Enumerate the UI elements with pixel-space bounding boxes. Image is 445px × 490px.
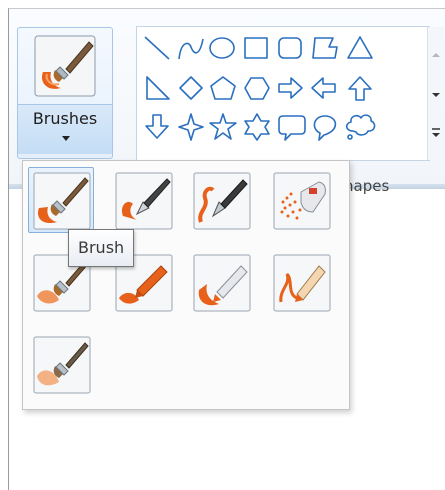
marker-icon — [193, 254, 251, 312]
airbrush-icon — [273, 172, 331, 230]
line-shape-icon[interactable] — [144, 36, 170, 60]
watercolor-brush-icon — [33, 336, 91, 394]
brush-tooltip: Brush — [68, 229, 135, 267]
diamond-shape-icon[interactable] — [179, 76, 203, 100]
pentagon-shape-icon[interactable] — [210, 76, 236, 100]
right-triangle-shape-icon[interactable] — [146, 76, 170, 100]
pencil-icon — [273, 254, 331, 312]
scroll-up-icon[interactable] — [428, 31, 444, 73]
triangle-shape-icon[interactable] — [347, 36, 373, 59]
polygon-shape-icon[interactable] — [312, 37, 338, 59]
brush-option-watercolor[interactable] — [28, 331, 94, 397]
down-arrow-shape-icon[interactable] — [145, 114, 169, 139]
rounded-rectangle-shape-icon[interactable] — [278, 37, 302, 59]
brushes-dropdown — [22, 160, 350, 410]
left-arrow-shape-icon[interactable] — [311, 77, 336, 99]
brush-icon — [33, 34, 97, 102]
hexagon-shape-icon[interactable] — [244, 77, 270, 100]
calligraphy-pen-icon — [193, 172, 251, 230]
oval-callout-shape-icon[interactable] — [313, 115, 337, 141]
chevron-down-icon — [62, 136, 70, 141]
scroll-down-icon[interactable] — [428, 73, 444, 115]
up-arrow-shape-icon[interactable] — [348, 76, 372, 101]
brush-option-airbrush[interactable] — [268, 167, 334, 233]
shapes-group-label: hapes — [344, 177, 390, 195]
shapes-gallery — [136, 26, 430, 161]
four-point-star-shape-icon[interactable] — [178, 113, 204, 141]
rounded-callout-shape-icon[interactable] — [278, 115, 306, 141]
brush-icon — [33, 172, 91, 230]
shapes-grid — [144, 36, 376, 141]
right-arrow-shape-icon[interactable] — [278, 77, 303, 99]
shapes-scroll — [427, 27, 444, 160]
six-point-star-shape-icon[interactable] — [244, 113, 270, 141]
brush-option-calligraphy-1[interactable] — [110, 167, 176, 233]
brush-option-marker[interactable] — [188, 249, 254, 315]
brushes-button[interactable]: Brushes — [17, 27, 113, 159]
brushes-label: Brushes — [32, 109, 98, 128]
curve-shape-icon[interactable] — [178, 38, 204, 60]
cloud-callout-shape-icon[interactable] — [345, 114, 376, 140]
calligraphy-brush-icon — [115, 172, 173, 230]
brush-option-calligraphy-2[interactable] — [188, 167, 254, 233]
gallery-expand-icon[interactable] — [428, 115, 444, 157]
brush-option-natural-pencil[interactable] — [268, 249, 334, 315]
brush-option-brush[interactable] — [28, 167, 94, 233]
oval-shape-icon[interactable] — [209, 37, 235, 59]
brushes-label-area[interactable]: Brushes — [18, 104, 112, 154]
rectangle-shape-icon[interactable] — [244, 37, 268, 59]
five-point-star-shape-icon[interactable] — [209, 113, 237, 140]
